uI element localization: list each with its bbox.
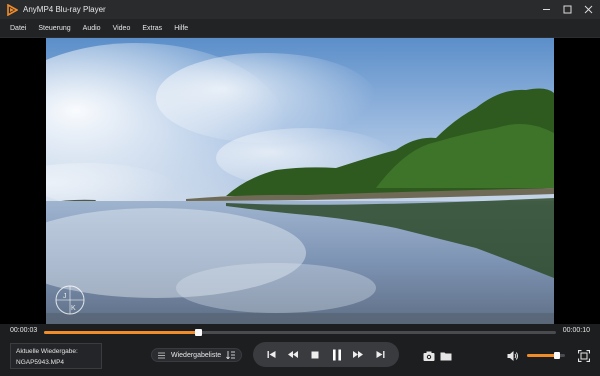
now-playing-label: Aktuelle Wiedergabe: <box>16 348 78 355</box>
now-playing-panel: Aktuelle Wiedergabe: NGAP5943.MP4 <box>10 343 102 369</box>
menu-bar: Datei Steuerung Audio Video Extras Hilfe <box>0 19 600 38</box>
menu-steuerung[interactable]: Steuerung <box>38 25 70 32</box>
playlist-button[interactable]: Wiedergabeliste <box>151 348 242 362</box>
app-logo-icon <box>7 3 18 16</box>
pause-icon <box>332 349 341 360</box>
seek-row: 00:00:03 00:00:10 <box>0 326 600 340</box>
window-title: AnyMP4 Blu-ray Player <box>23 5 106 14</box>
volume-slider[interactable] <box>527 352 565 359</box>
stop-button[interactable] <box>308 348 322 362</box>
video-frame[interactable]: J K <box>46 38 554 324</box>
volume-icon <box>507 351 519 361</box>
list-icon <box>158 352 165 358</box>
volume-handle[interactable] <box>554 352 561 359</box>
close-button[interactable] <box>582 4 594 16</box>
watermark-letter-k: K <box>71 305 76 312</box>
title-bar: AnyMP4 Blu-ray Player <box>0 0 600 19</box>
skip-previous-button[interactable] <box>265 348 279 362</box>
camera-icon <box>423 351 435 361</box>
seek-handle[interactable] <box>194 329 202 336</box>
sort-icon[interactable] <box>226 351 235 359</box>
skip-next-button[interactable] <box>373 348 387 362</box>
menu-datei[interactable]: Datei <box>10 25 26 32</box>
skip-previous-icon <box>267 351 276 358</box>
stop-icon <box>311 351 319 358</box>
open-folder-button[interactable] <box>440 349 452 361</box>
playlist-label: Wiedergabeliste <box>171 351 222 359</box>
menu-extras[interactable]: Extras <box>142 25 162 32</box>
compass-monogram-icon: J K <box>55 285 85 315</box>
rewind-icon <box>288 351 299 358</box>
minimize-icon <box>542 9 550 10</box>
snapshot-button[interactable] <box>423 349 435 361</box>
skip-next-icon <box>376 351 385 358</box>
volume-level <box>527 354 558 357</box>
minimize-button[interactable] <box>540 4 552 16</box>
volume-button[interactable] <box>507 349 519 361</box>
pause-button[interactable] <box>330 348 344 362</box>
video-image <box>46 38 554 324</box>
restore-icon <box>563 5 571 14</box>
close-icon <box>584 5 592 14</box>
video-area[interactable]: J K <box>0 38 600 324</box>
current-time: 00:00:03 <box>10 327 38 334</box>
fullscreen-button[interactable] <box>577 349 591 363</box>
fast-forward-icon <box>353 351 364 358</box>
seek-bar[interactable] <box>44 329 556 336</box>
now-playing-file: NGAP5943.MP4 <box>16 359 65 366</box>
rewind-button[interactable] <box>286 348 300 362</box>
window-controls <box>540 0 594 19</box>
menu-hilfe[interactable]: Hilfe <box>174 25 188 32</box>
fullscreen-icon <box>577 349 591 363</box>
fast-forward-button[interactable] <box>351 348 365 362</box>
total-time: 00:00:10 <box>562 327 590 334</box>
menu-video[interactable]: Video <box>113 25 131 32</box>
watermark-letter-j: J <box>63 293 67 300</box>
restore-button[interactable] <box>561 4 573 16</box>
menu-audio[interactable]: Audio <box>83 25 101 32</box>
folder-icon <box>440 352 452 361</box>
seek-progress <box>44 331 198 334</box>
transport-controls <box>253 342 399 367</box>
